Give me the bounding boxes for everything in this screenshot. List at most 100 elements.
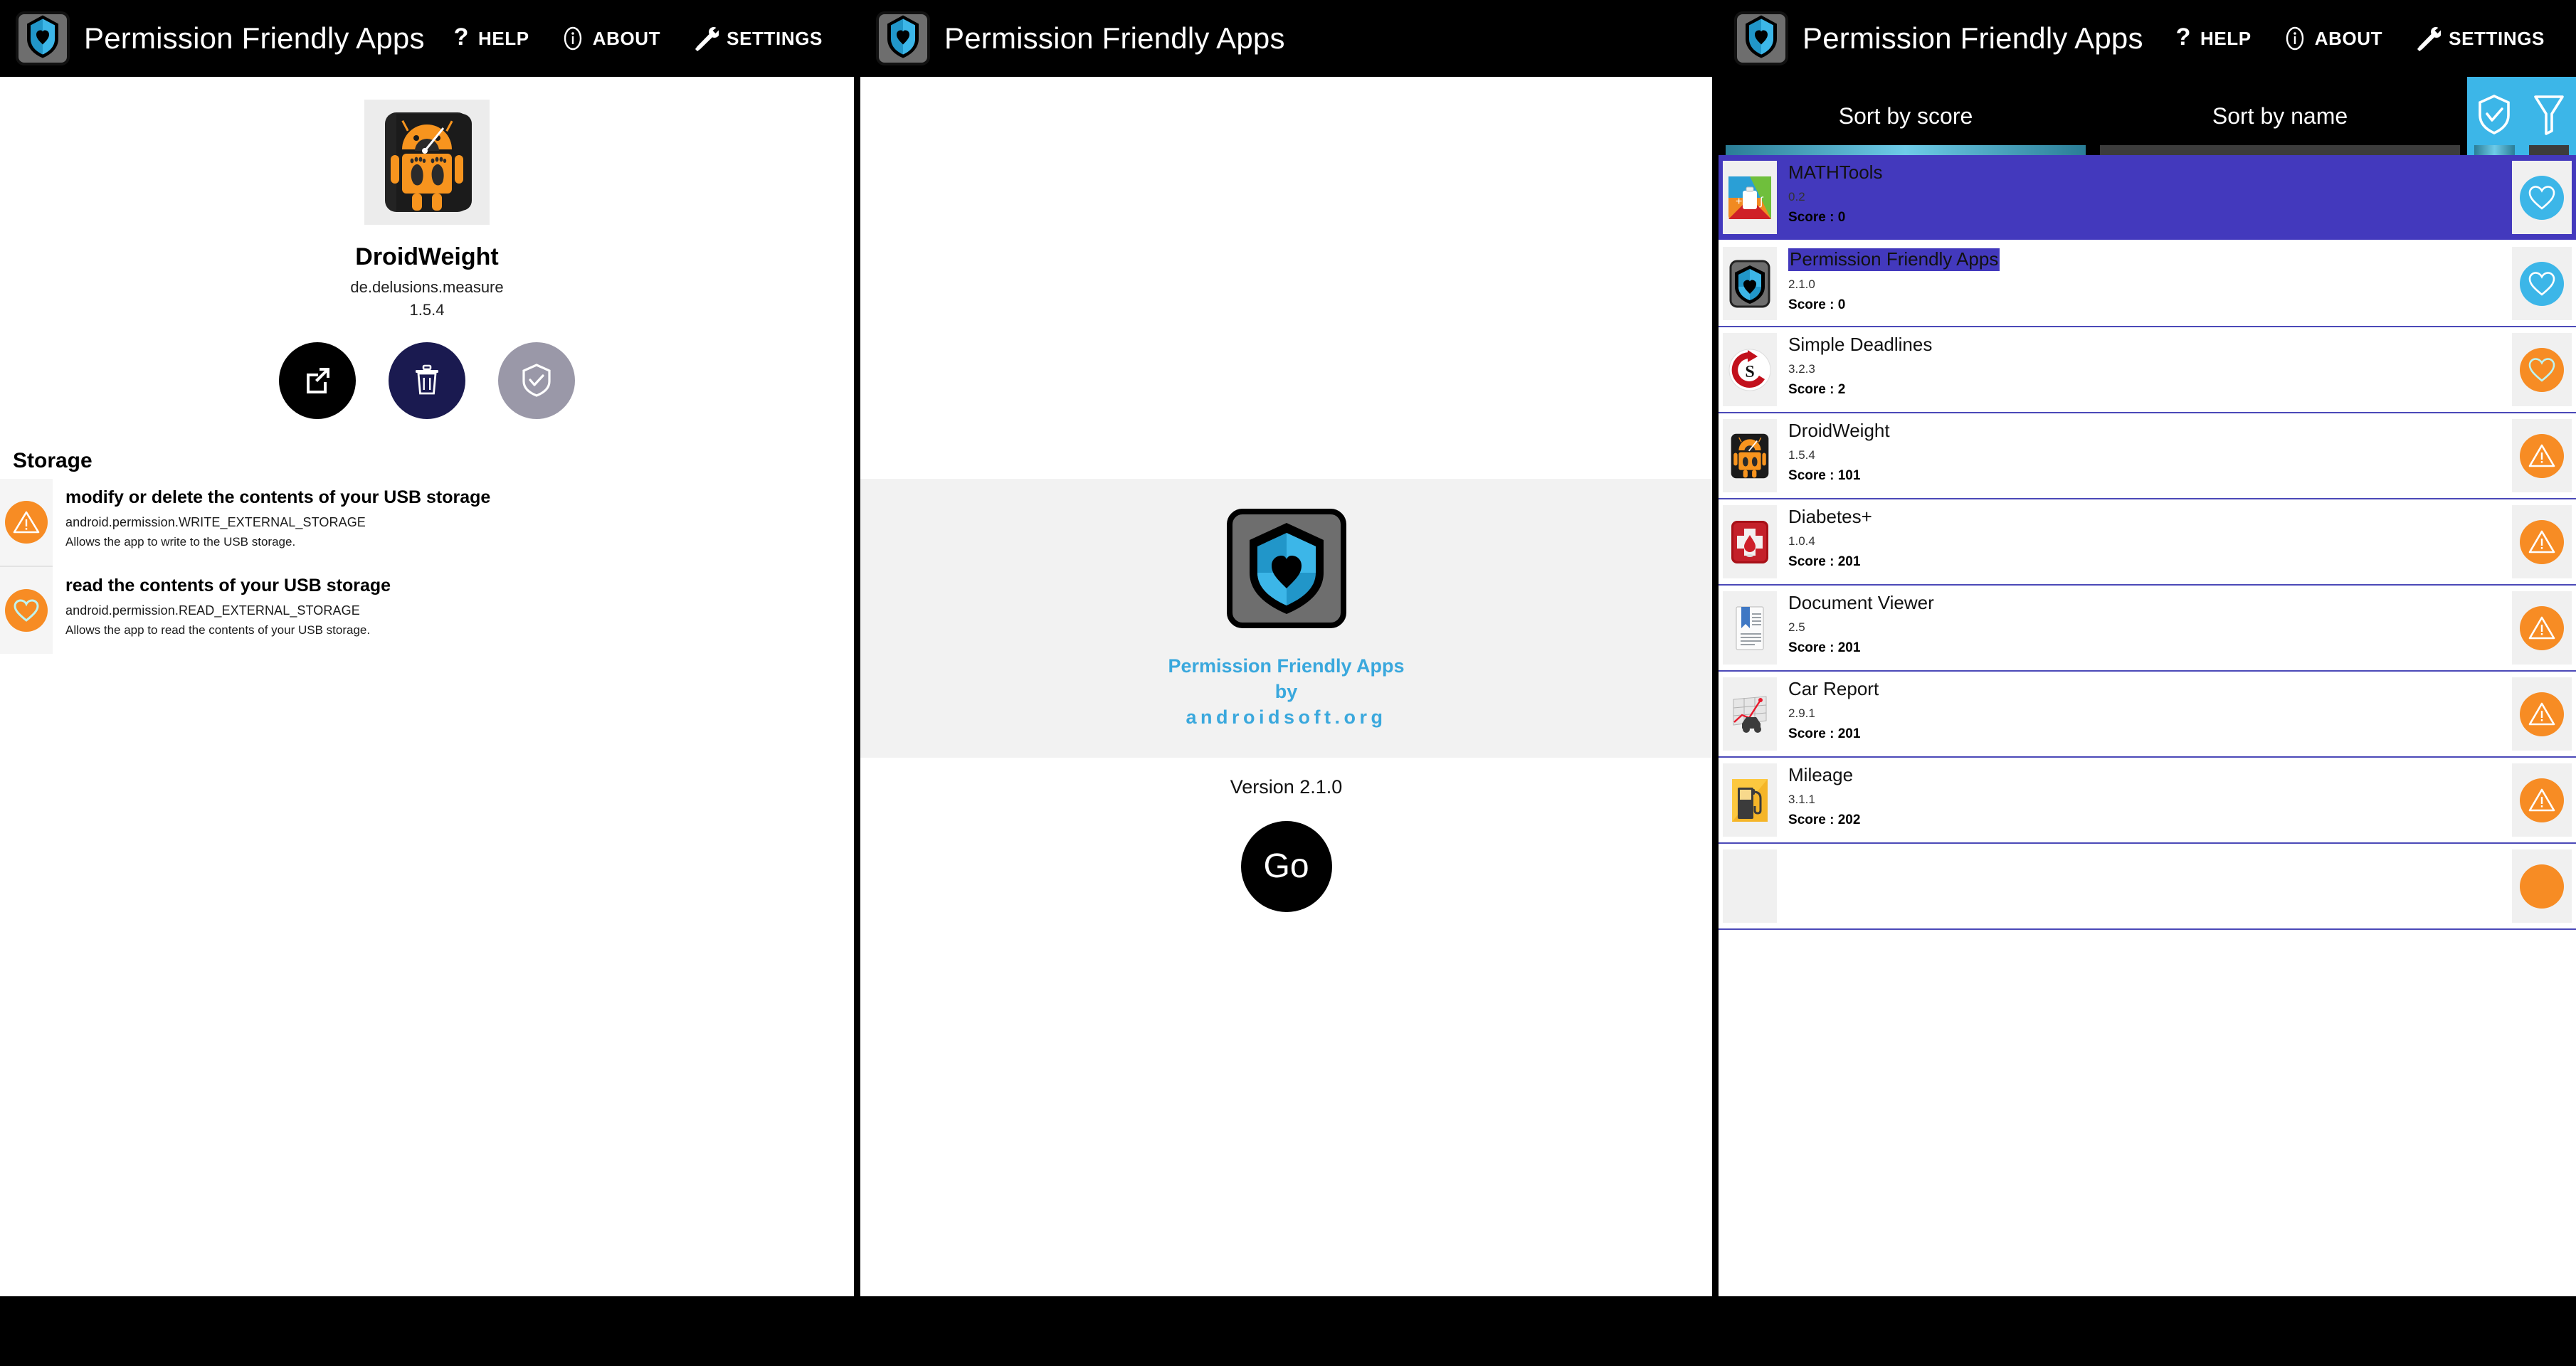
shield-heart-logo-icon bbox=[1226, 509, 1346, 628]
list-item[interactable]: S Simple Deadlines 3.2.3 Score : 2 bbox=[1719, 327, 2576, 413]
app-detail-panel: Permission Friendly Apps ? HELP ABOUT SE… bbox=[0, 0, 854, 1366]
panel-divider bbox=[854, 0, 860, 1366]
list-item-version: 2.9.1 bbox=[1788, 706, 1815, 720]
list-item-info: MATHTools 0.2 Score : 0 bbox=[1777, 155, 2512, 240]
mark-safe-button[interactable] bbox=[498, 342, 575, 419]
appbar-right: Permission Friendly Apps ? HELP ABOUT SE… bbox=[1719, 0, 2576, 77]
list-item-badge-cell[interactable] bbox=[2512, 161, 2572, 234]
list-item-version: 2.5 bbox=[1788, 620, 1805, 634]
settings-button[interactable]: SETTINGS bbox=[692, 25, 823, 52]
list-item-name: Permission Friendly Apps bbox=[1788, 248, 2000, 271]
list-item[interactable]: + ∫ MATHTools 0.2 Score : 0 bbox=[1719, 155, 2576, 241]
permission-description: Allows the app to write to the USB stora… bbox=[65, 534, 296, 549]
splash-logo-band: Permission Friendly Apps by androidsoft.… bbox=[860, 479, 1713, 758]
shield-heart-logo-icon bbox=[1723, 247, 1778, 320]
list-item-name: MATHTools bbox=[1788, 162, 1883, 183]
app-icon bbox=[1723, 849, 1778, 923]
list-item[interactable]: DroidWeight 1.5.4 Score : 101 bbox=[1719, 413, 2576, 499]
open-app-button[interactable] bbox=[279, 342, 356, 419]
simple-deadlines-icon: S bbox=[1723, 333, 1778, 406]
svg-text:+: + bbox=[1736, 196, 1742, 208]
list-item[interactable] bbox=[1719, 844, 2576, 930]
help-button[interactable]: ? HELP bbox=[452, 26, 529, 51]
permission-icon-cell bbox=[0, 567, 53, 654]
list-item-badge-cell[interactable] bbox=[2512, 591, 2572, 665]
wrench-screwdriver-icon bbox=[2414, 25, 2442, 52]
diabetes-icon bbox=[1723, 505, 1778, 578]
list-item-badge-cell[interactable] bbox=[2512, 419, 2572, 492]
icon-tab-group bbox=[2467, 77, 2576, 155]
list-item[interactable]: Permission Friendly Apps 2.1.0 Score : 0 bbox=[1719, 241, 2576, 327]
list-item-score: Score : 202 bbox=[1788, 812, 1861, 827]
car-report-icon bbox=[1723, 677, 1778, 751]
list-item-badge-cell[interactable] bbox=[2512, 505, 2572, 578]
settings-button[interactable]: SETTINGS bbox=[2414, 25, 2545, 52]
splash-brand-domain: androidsoft.org bbox=[1186, 706, 1387, 728]
permission-group-title: Storage bbox=[13, 449, 93, 472]
list-item-badge-cell[interactable] bbox=[2512, 677, 2572, 751]
app-list[interactable]: + ∫ MATHTools 0.2 Score : 0 Permission F… bbox=[1719, 155, 2576, 1366]
permission-description: Allows the app to read the contents of y… bbox=[65, 623, 371, 637]
list-item-score: Score : 201 bbox=[1788, 554, 1861, 569]
open-external-icon bbox=[302, 365, 332, 397]
about-button[interactable]: ABOUT bbox=[2283, 26, 2382, 51]
permission-row[interactable]: modify or delete the contents of your US… bbox=[0, 479, 854, 566]
detail-app-name: DroidWeight bbox=[355, 243, 499, 270]
list-item-version: 0.2 bbox=[1788, 189, 1805, 203]
tab-friendly-filter[interactable] bbox=[2467, 77, 2522, 155]
bottom-black-bar bbox=[0, 1296, 2576, 1366]
tab-sort-by-score[interactable]: Sort by score bbox=[1719, 77, 2093, 155]
warning-triangle-icon bbox=[2520, 433, 2564, 478]
heart-icon bbox=[2520, 175, 2564, 220]
list-item-info: Permission Friendly Apps 2.1.0 Score : 0 bbox=[1777, 241, 2512, 326]
list-item-info: Diabetes+ 1.0.4 Score : 201 bbox=[1777, 499, 2512, 584]
list-item-version: 3.1.1 bbox=[1788, 792, 1815, 806]
list-item[interactable]: Car Report 2.9.1 Score : 201 bbox=[1719, 672, 2576, 758]
about-label: ABOUT bbox=[592, 27, 661, 49]
appbar-middle: Permission Friendly Apps bbox=[860, 0, 1713, 77]
list-item[interactable]: Mileage 3.1.1 Score : 202 bbox=[1719, 758, 2576, 844]
about-button[interactable]: ABOUT bbox=[561, 26, 660, 51]
tab-sort-by-name[interactable]: Sort by name bbox=[2093, 77, 2467, 155]
help-label: HELP bbox=[2200, 27, 2252, 49]
permission-icon-cell bbox=[0, 479, 53, 566]
list-item-name: Diabetes+ bbox=[1788, 506, 1872, 527]
detail-app-version: 1.5.4 bbox=[409, 301, 445, 319]
permission-text: read the contents of your USB storage an… bbox=[53, 567, 402, 645]
shield-check-icon bbox=[2476, 94, 2512, 139]
warning-triangle-icon bbox=[2520, 519, 2564, 564]
list-item-badge-cell[interactable] bbox=[2512, 333, 2572, 406]
splash-body: Permission Friendly Apps by androidsoft.… bbox=[860, 77, 1713, 1366]
permission-constant: android.permission.WRITE_EXTERNAL_STORAG… bbox=[65, 514, 366, 529]
uninstall-button[interactable] bbox=[389, 342, 465, 419]
help-label: HELP bbox=[477, 27, 529, 49]
warning-triangle-icon bbox=[2520, 692, 2564, 736]
list-item-badge-cell[interactable] bbox=[2512, 849, 2572, 923]
shield-heart-logo-icon bbox=[16, 11, 70, 65]
list-item[interactable]: Document Viewer 2.5 Score : 201 bbox=[1719, 586, 2576, 672]
go-button[interactable]: Go bbox=[1240, 820, 1332, 912]
svg-text:S: S bbox=[1745, 363, 1754, 381]
list-item-badge-cell[interactable] bbox=[2512, 247, 2572, 320]
warning-triangle-icon bbox=[2520, 778, 2564, 822]
permission-title: modify or delete the contents of your US… bbox=[65, 487, 491, 507]
svg-text:?: ? bbox=[454, 26, 469, 51]
list-item-name: Document Viewer bbox=[1788, 592, 1934, 613]
help-button[interactable]: ? HELP bbox=[2174, 26, 2252, 51]
tab-filter[interactable] bbox=[2522, 77, 2576, 155]
list-item-info bbox=[1777, 844, 2512, 928]
permission-text: modify or delete the contents of your US… bbox=[53, 479, 502, 556]
permission-row[interactable]: read the contents of your USB storage an… bbox=[0, 567, 854, 654]
shield-heart-logo-icon bbox=[1734, 11, 1789, 65]
list-item-badge-cell[interactable] bbox=[2512, 763, 2572, 837]
list-item-name: Simple Deadlines bbox=[1788, 334, 1933, 355]
shield-heart-logo-icon bbox=[876, 11, 930, 65]
permission-title: read the contents of your USB storage bbox=[65, 576, 391, 595]
list-item-info: Simple Deadlines 3.2.3 Score : 2 bbox=[1777, 327, 2512, 412]
list-item-score: Score : 0 bbox=[1788, 297, 1846, 312]
appbar-title: Permission Friendly Apps bbox=[1802, 21, 2143, 55]
list-item-score: Score : 201 bbox=[1788, 640, 1861, 655]
list-item[interactable]: Diabetes+ 1.0.4 Score : 201 bbox=[1719, 499, 2576, 586]
mileage-fuel-pump-icon bbox=[1723, 763, 1778, 837]
warning-triangle-icon bbox=[5, 501, 48, 544]
